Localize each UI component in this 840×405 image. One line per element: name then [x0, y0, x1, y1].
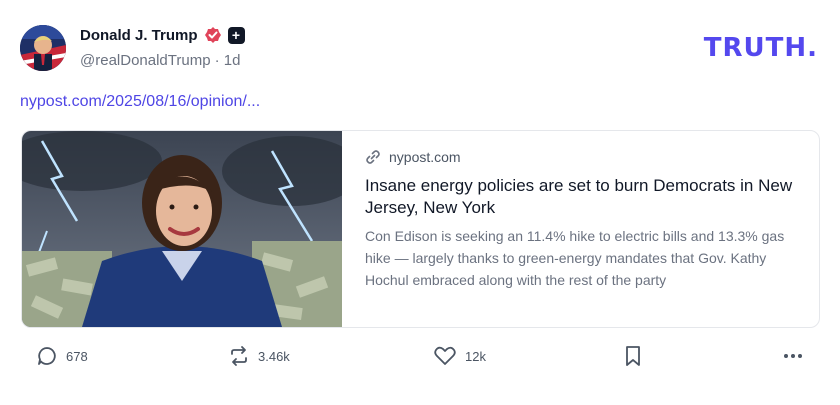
avatar[interactable] — [20, 25, 66, 71]
link-domain: nypost.com — [389, 149, 461, 165]
link-icon — [366, 150, 380, 164]
post-time: · 1d — [214, 52, 241, 69]
link-description: Con Edison is seeking an 11.4% hike to e… — [365, 228, 785, 288]
plus-badge-icon: + — [227, 26, 245, 44]
reply-count: 678 — [66, 348, 88, 364]
link-title[interactable]: Insane energy policies are set to burn D… — [365, 175, 795, 219]
author-name[interactable]: Donald J. Trump — [80, 27, 198, 44]
link-card-body: nypost.com Insane energy policies are se… — [365, 149, 795, 291]
verified-check-icon — [204, 27, 221, 43]
author-meta: @realDonaldTrump · 1d — [80, 52, 240, 69]
heart-icon — [434, 346, 456, 365]
retruth-button[interactable]: 3.46k — [228, 345, 290, 367]
reply-button[interactable]: 678 — [36, 345, 88, 367]
article-thumbnail — [22, 131, 342, 327]
like-count: 12k — [465, 348, 486, 364]
bookmark-button[interactable] — [624, 345, 642, 367]
bookmark-icon — [626, 346, 640, 366]
link-domain-row: nypost.com — [365, 149, 795, 165]
more-icon — [784, 354, 802, 358]
more-options-button[interactable] — [782, 345, 804, 367]
like-button[interactable]: 12k — [433, 345, 486, 367]
post-actions: 678 3.46k 12k — [0, 345, 840, 379]
post-link[interactable]: nypost.com/2025/08/16/opinion/... — [20, 93, 260, 111]
retruth-count: 3.46k — [258, 348, 290, 364]
logo-dot: . — [807, 33, 818, 63]
logo-text: TRUTH — [703, 33, 808, 63]
comment-icon — [38, 347, 56, 365]
truth-logo[interactable]: TRUTH. — [704, 33, 818, 63]
author-name-row: Donald J. Trump + — [80, 26, 245, 44]
author-handle[interactable]: @realDonaldTrump — [80, 52, 211, 69]
link-preview-card[interactable]: nypost.com Insane energy policies are se… — [21, 130, 820, 328]
repost-icon — [231, 346, 247, 366]
